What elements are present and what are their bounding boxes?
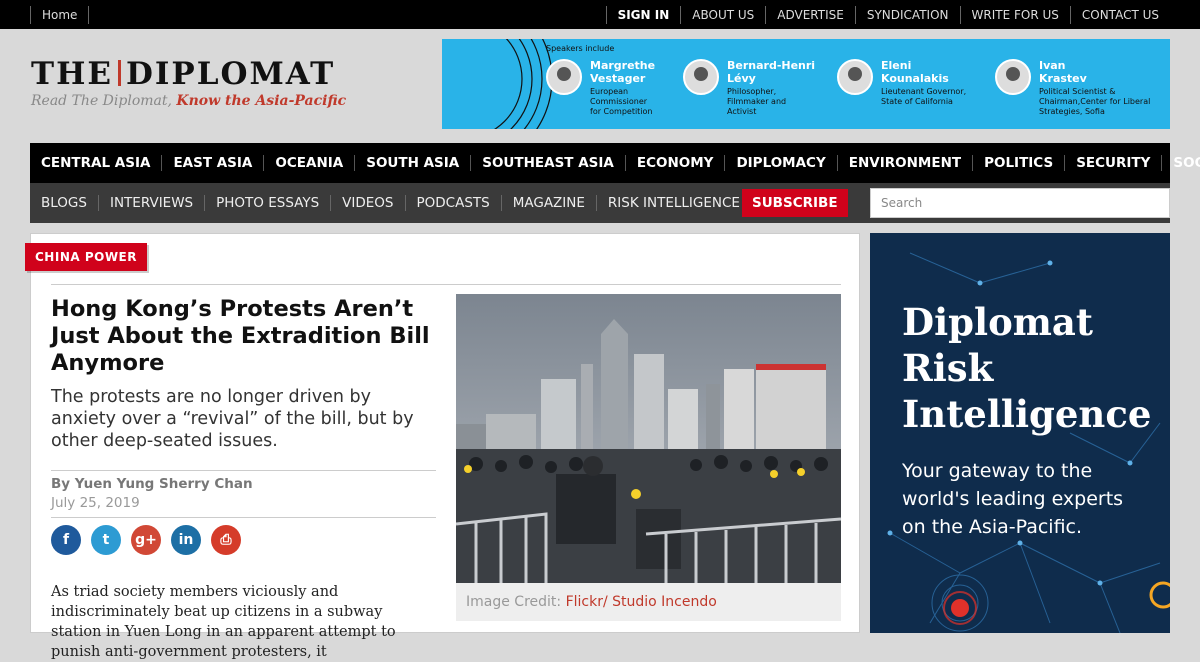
speaker-photo [546, 59, 582, 95]
article-date: July 25, 2019 [51, 495, 140, 511]
linkedin-icon[interactable]: in [171, 525, 201, 555]
about-us-link[interactable]: ABOUT US [680, 6, 765, 24]
facebook-icon[interactable]: f [51, 525, 81, 555]
image-credit: Image Credit: Flickr/ Studio Incendo [456, 583, 841, 621]
write-for-us-link[interactable]: WRITE FOR US [959, 6, 1070, 24]
advertise-link[interactable]: ADVERTISE [765, 6, 855, 24]
syndication-link[interactable]: SYNDICATION [854, 6, 960, 24]
article-card: CHINA POWER Hong Kong’s Protests Aren’t … [25, 233, 860, 660]
credit-source-link[interactable]: Flickr/ Studio Incendo [566, 594, 717, 610]
googleplus-icon[interactable]: g+ [131, 525, 161, 555]
credit-label: Image Credit: [466, 594, 566, 610]
speaker-name: Margrethe Vestager [590, 59, 656, 85]
speaker-name: Ivan Krastev [1039, 59, 1087, 85]
top-bar: Home SIGN IN ABOUT US ADVERTISE SYNDICAT… [0, 0, 1200, 29]
speaker-role: Lieutenant Governor, State of California [881, 87, 967, 106]
tagline-part-a: Read The Diplomat, [31, 93, 172, 109]
subnav-podcasts[interactable]: PODCASTS [404, 195, 501, 211]
nav-oceania[interactable]: OCEANIA [263, 155, 354, 171]
nav-society[interactable]: SOCIETY [1161, 155, 1200, 171]
divider [51, 517, 436, 518]
speaker-name: Eleni Kounalakis [881, 59, 949, 85]
speakers-label: Speakers include [546, 44, 615, 53]
tagline-part-b: Know the Asia-Pacific [176, 93, 347, 109]
logo-wordmark: THE DIPLOMAT [31, 56, 346, 92]
logo-tagline: Read The Diplomat, Know the Asia-Pacific [31, 93, 346, 109]
contact-us-link[interactable]: CONTACT US [1069, 6, 1170, 24]
site-logo[interactable]: THE DIPLOMAT Read The Diplomat, Know the … [31, 56, 346, 109]
nav-east-asia[interactable]: EAST ASIA [161, 155, 263, 171]
logo-diplomat: DIPLOMAT [126, 56, 336, 92]
nav-central-asia[interactable]: CENTRAL ASIA [30, 155, 161, 171]
logo-divider [118, 60, 121, 86]
speaker-photo [995, 59, 1031, 95]
divider [51, 470, 436, 471]
category-tag[interactable]: CHINA POWER [25, 243, 147, 271]
nav-southeast-asia[interactable]: SOUTHEAST ASIA [470, 155, 625, 171]
nav-security[interactable]: SECURITY [1064, 155, 1161, 171]
speaker-card: Eleni Kounalakis Lieutenant Governor, St… [837, 59, 976, 107]
search-input[interactable]: Search [870, 188, 1170, 218]
subnav-interviews[interactable]: INTERVIEWS [97, 195, 204, 211]
sub-nav: BLOGS INTERVIEWS PHOTO ESSAYS VIDEOS POD… [30, 183, 1170, 223]
subnav-videos[interactable]: VIDEOS [330, 195, 404, 211]
speaker-photo [837, 59, 873, 95]
subnav-photo-essays[interactable]: PHOTO ESSAYS [204, 195, 330, 211]
side-ad[interactable]: Diplomat Risk Intelligence Your gateway … [870, 233, 1170, 633]
nav-diplomacy[interactable]: DIPLOMACY [724, 155, 836, 171]
logo-the: THE [31, 56, 113, 92]
speaker-role: European Commissioner for Competition [590, 87, 653, 116]
home-link[interactable]: Home [30, 6, 90, 24]
speaker-role: Philosopher, Filmmaker and Activist [727, 87, 787, 116]
banner-arcs-graphic [494, 39, 552, 129]
nav-south-asia[interactable]: SOUTH ASIA [354, 155, 470, 171]
speaker-name: Bernard-Henri Lévy [727, 59, 816, 85]
side-ad-title: Diplomat Risk Intelligence [902, 300, 1152, 436]
article-headline: Hong Kong’s Protests Aren’t Just About t… [51, 296, 430, 376]
nav-economy[interactable]: ECONOMY [624, 155, 725, 171]
protest-photo-illustration [456, 294, 841, 583]
nav-environment[interactable]: ENVIRONMENT [836, 155, 972, 171]
article-body: As triad society members viciously and i… [51, 584, 396, 660]
sign-in-link[interactable]: SIGN IN [605, 6, 681, 24]
speaker-card: Bernard-Henri Lévy Philosopher, Filmmake… [683, 59, 817, 117]
subscribe-button[interactable]: SUBSCRIBE [742, 189, 848, 217]
top-links: SIGN IN ABOUT US ADVERTISE SYNDICATION W… [605, 6, 1170, 24]
subnav-risk-intelligence[interactable]: RISK INTELLIGENCE [595, 195, 751, 211]
subnav-magazine[interactable]: MAGAZINE [500, 195, 596, 211]
main-nav: CENTRAL ASIA EAST ASIA OCEANIA SOUTH ASI… [30, 143, 1200, 183]
speaker-card: Ivan Krastev Political Scientist & Chair… [995, 59, 1154, 117]
article-photo [456, 294, 841, 583]
share-buttons: f t g+ in ⎙ [51, 525, 241, 555]
speaker-role: Political Scientist & Chairman,Center fo… [1039, 87, 1151, 116]
twitter-icon[interactable]: t [91, 525, 121, 555]
speaker-card: Margrethe Vestager European Commissioner… [546, 59, 670, 117]
nav-politics[interactable]: POLITICS [972, 155, 1064, 171]
article-byline[interactable]: By Yuen Yung Sherry Chan [51, 476, 253, 492]
side-ad-subtitle: Your gateway to the world's leading expe… [902, 460, 1124, 538]
banner-ad[interactable]: Speakers include Margrethe Vestager Euro… [442, 39, 1170, 129]
divider [51, 284, 841, 285]
article-dek: The protests are no longer driven by anx… [51, 387, 414, 451]
print-icon[interactable]: ⎙ [211, 525, 241, 555]
speaker-photo [683, 59, 719, 95]
subnav-blogs[interactable]: BLOGS [30, 195, 98, 211]
